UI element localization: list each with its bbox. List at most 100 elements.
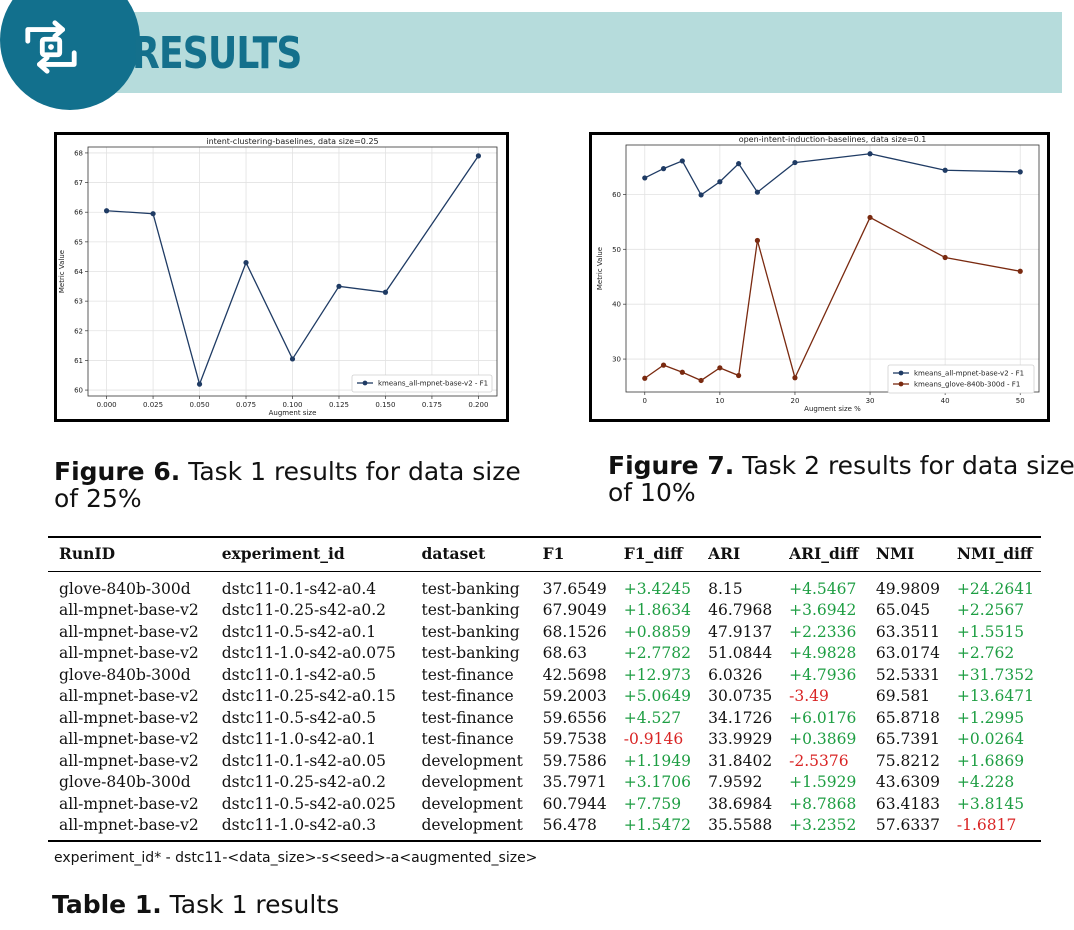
table-cell: 68.1526 (542, 622, 607, 641)
table-cell: 33.9929 (708, 730, 773, 749)
table-cell: 65.7391 (875, 730, 940, 749)
y-tick-label: 67 (74, 179, 83, 187)
plot-area (625, 144, 1040, 393)
y-tick-label: 68 (74, 149, 83, 157)
table-cell: 63.3511 (875, 622, 940, 641)
figure-7-svg: 0 10 20 30 40 50 30 40 50 60 open-intent-induction… (596, 135, 1040, 413)
table-cell: +4.527 (623, 708, 682, 727)
x-tick-label: 0.025 (143, 401, 163, 409)
table-header-row: RunID experiment_id dataset F1 F1_diff ARI ARI… (48, 536, 1041, 572)
data-point (1017, 268, 1023, 274)
data-point (698, 377, 704, 384)
table-cell: +0.3869 (789, 730, 857, 749)
legend-label: kmeans_all-mpnet-base-v2 - F1 (378, 380, 488, 388)
table-cell: 30.0735 (708, 687, 773, 706)
table-cell: all-mpnet-base-v2 (59, 601, 199, 620)
table-cell: all-mpnet-base-v2 (59, 751, 199, 770)
table-cell: +3.4245 (623, 579, 691, 598)
figure-7-caption: Figure 7. Task 2 results for data size o… (608, 452, 1074, 506)
table-cell: +6.0176 (789, 708, 857, 727)
table-cell: 6.0326 (708, 665, 763, 684)
table-cell: 52.5331 (875, 665, 940, 684)
x-tick-label: 30 (866, 397, 875, 405)
table-cell: 35.5588 (697, 814, 779, 842)
table-cell: dstc11-0.5-s42-a0.1 (221, 622, 377, 641)
table-cell: +31.7352 (956, 665, 1034, 684)
table-cell: +2.2336 (789, 622, 857, 641)
x-tick-label: 0.125 (329, 401, 349, 409)
table-cell: all-mpnet-base-v2 (59, 687, 199, 706)
table-row: all-mpnet-base-v2 dstc11-1.0-s42-a0.075 te… (48, 643, 1041, 665)
table-row: all-mpnet-base-v2 dstc11-0.5-s42-a0.025 de… (48, 793, 1041, 815)
table-row: all-mpnet-base-v2 dstc11-0.5-s42-a0.1 test… (48, 621, 1041, 643)
table-row: glove-840b-300d dstc11-0.1-s42-a0.4 test-b… (48, 572, 1041, 600)
data-point (736, 372, 742, 379)
table-cell: development (410, 814, 532, 842)
table-cell: 47.9137 (708, 622, 773, 641)
table-cell: -3.49 (789, 687, 829, 706)
table-caption: Table 1. Task 1 results (52, 890, 339, 919)
table-cell: +24.2641 (956, 579, 1034, 598)
table-cell: 38.6984 (708, 794, 773, 813)
table-row: all-mpnet-base-v2 dstc11-1.0-s42-a0.1 test… (48, 729, 1041, 751)
table-row: all-mpnet-base-v2 dstc11-0.25-s42-a0.15 te… (48, 686, 1041, 708)
column-header: F1 (531, 536, 613, 572)
table-cell: +1.5472 (612, 814, 698, 842)
table-cell: 59.6556 (542, 708, 607, 727)
table-cell: dstc11-1.0-s42-a0.075 (221, 644, 396, 663)
table-cell: 65.8718 (875, 708, 940, 727)
data-point (475, 153, 482, 159)
x-tick-label: 0.050 (190, 401, 210, 409)
sync-arrows-icon (25, 20, 77, 74)
x-tick-label: 0.150 (375, 401, 395, 409)
legend-marker (362, 380, 368, 386)
table-cell: +4.7936 (789, 665, 857, 684)
figure-6-caption: Figure 6. Task 1 results for data size o… (54, 458, 534, 512)
legend-marker (898, 381, 904, 387)
table-cell: +13.6471 (956, 687, 1034, 706)
figure-6-svg: 0.000 0.025 0.050 0.075 0.100 0.125 0.150 0.175… (58, 137, 498, 417)
table-cell: -2.5376 (789, 751, 849, 770)
table-cell: 69.581 (875, 687, 931, 706)
y-tick-label: 60 (612, 191, 621, 199)
data-point (660, 362, 667, 368)
column-header: ARI_diff (778, 536, 865, 572)
column-header: NMI_diff (945, 536, 1041, 572)
table-cell: dstc11-0.5-s42-a0.025 (221, 794, 396, 813)
x-tick-label: 0.200 (468, 401, 488, 409)
table-row: all-mpnet-base-v2 dstc11-0.1-s42-a0.05 dev… (48, 750, 1041, 772)
data-point (150, 211, 156, 217)
x-tick-label: 0.100 (282, 401, 302, 409)
data-point (660, 166, 667, 172)
table-cell: +1.6869 (956, 751, 1025, 770)
table-cell: 65.045 (875, 601, 931, 620)
page-title: RESULTS (132, 28, 302, 79)
chart-title: intent-clustering-baselines, data size=0… (206, 137, 378, 146)
table-cell: 60.7944 (542, 794, 607, 813)
table-cell: 63.4183 (875, 794, 940, 813)
data-point (679, 369, 685, 375)
data-point (717, 365, 723, 371)
table-cell: 75.8212 (875, 751, 940, 770)
data-point (736, 161, 742, 167)
series-line (644, 153, 1021, 196)
y-tick-label: 30 (612, 356, 621, 364)
table-row: all-mpnet-base-v2 dstc11-0.25-s42-a0.2 tes… (48, 600, 1041, 622)
table-cell: +8.7868 (789, 794, 857, 813)
y-tick-label: 66 (74, 209, 83, 217)
table-cell: +1.8634 (623, 601, 691, 620)
table-cell: +2.2567 (956, 601, 1025, 620)
table-cell: 49.9809 (875, 579, 940, 598)
table-cell: 37.6549 (542, 579, 607, 598)
table-caption-text: Task 1 results (169, 890, 340, 919)
table-cell: test-banking (421, 644, 520, 663)
table-cell: -1.6817 (945, 814, 1041, 842)
x-tick-label: 50 (1016, 397, 1025, 405)
table-cell: 31.8402 (708, 751, 773, 770)
table-cell: development (421, 751, 523, 770)
table-cell: all-mpnet-base-v2 (59, 644, 199, 663)
table-cell: 56.478 (531, 814, 613, 842)
table-cell: dstc11-0.25-s42-a0.2 (221, 601, 386, 620)
data-point (867, 214, 873, 221)
table-cell: test-banking (421, 601, 520, 620)
